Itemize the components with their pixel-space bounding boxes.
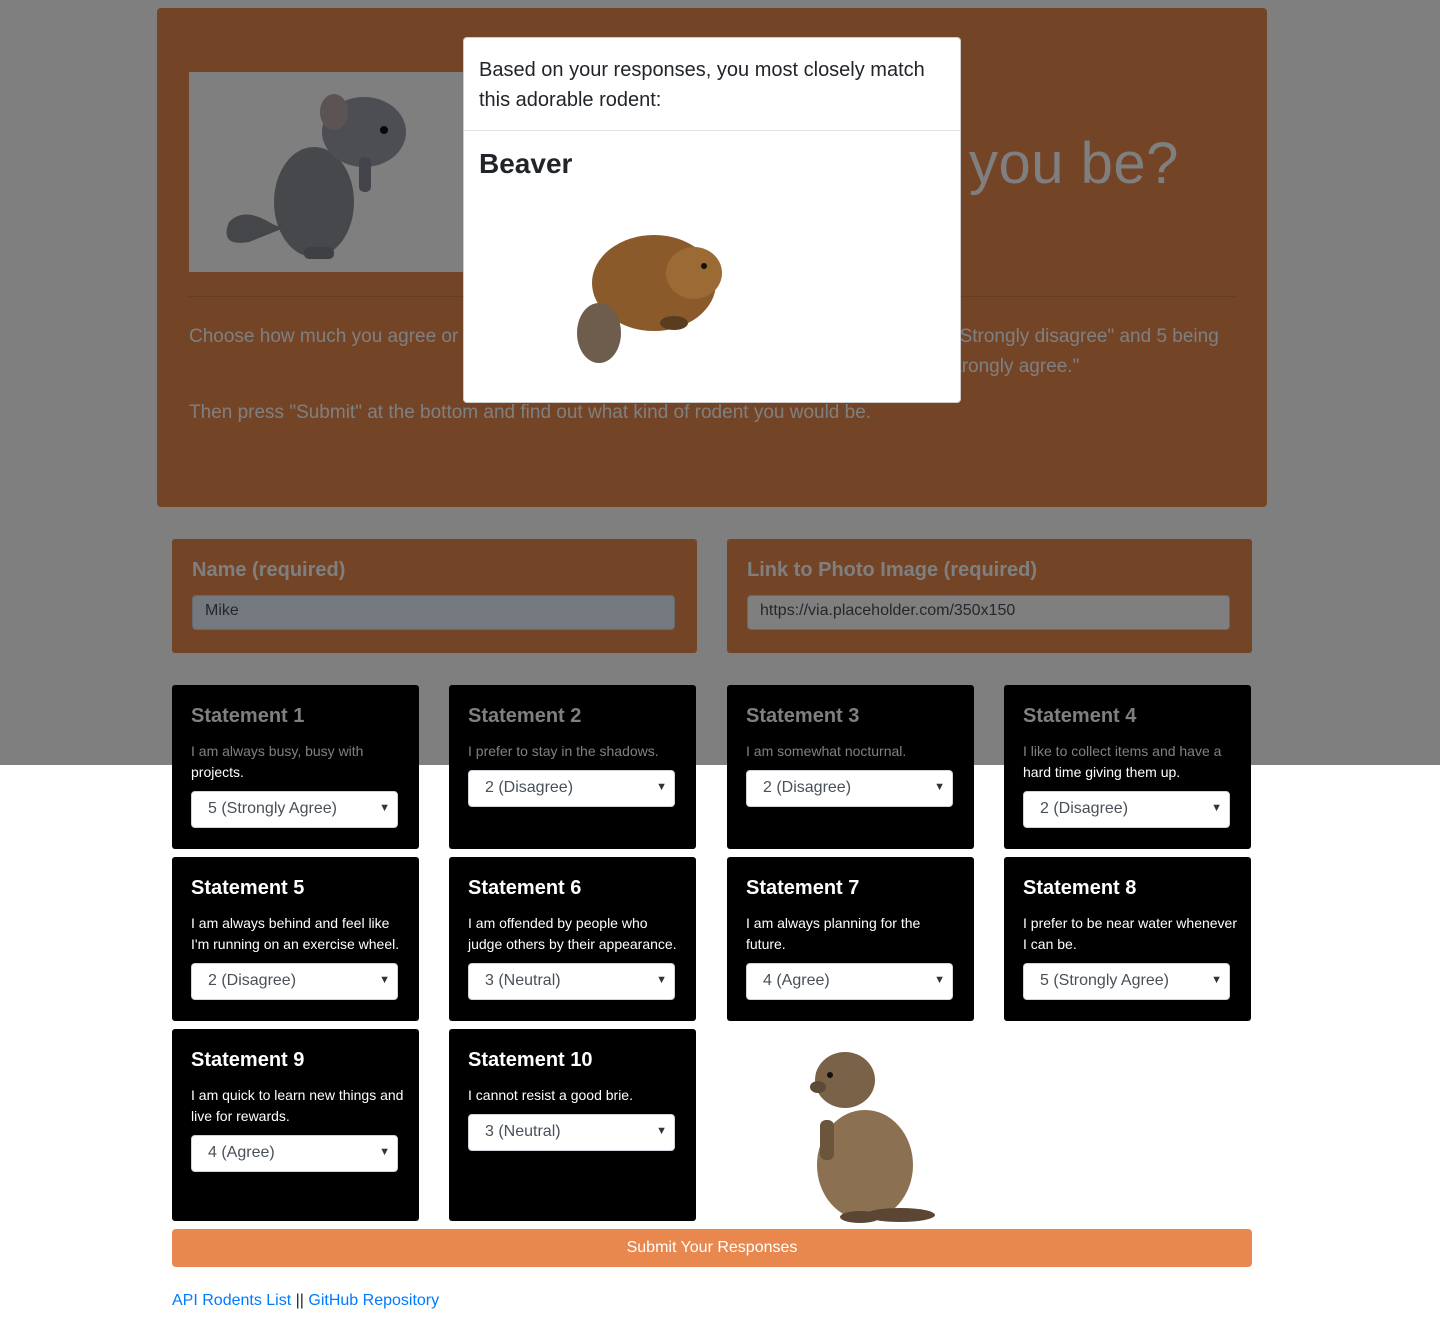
modal-header: Based on your responses, you most closel…	[464, 38, 960, 131]
statement-4-select[interactable]: 2 (Disagree) ▼	[1023, 791, 1230, 828]
chevron-down-icon: ▼	[1211, 974, 1222, 986]
statement-8-select[interactable]: 5 (Strongly Agree) ▼	[1023, 963, 1230, 1000]
statement-title: Statement 8	[1023, 877, 1137, 899]
statement-2-select[interactable]: 2 (Disagree) ▼	[468, 770, 675, 807]
statement-card-8: Statement 8 I prefer to be near water wh…	[1004, 857, 1251, 1021]
statement-title: Statement 5	[191, 877, 305, 899]
chevron-down-icon: ▼	[656, 781, 667, 793]
chevron-down-icon: ▼	[379, 974, 390, 986]
footer-separator: ||	[295, 1292, 304, 1309]
statement-card-9: Statement 9 I am quick to learn new thin…	[172, 1029, 419, 1221]
statement-1-select[interactable]: 5 (Strongly Agree) ▼	[191, 791, 398, 828]
statement-3-select[interactable]: 2 (Disagree) ▼	[746, 770, 953, 807]
statement-text: I am offended by people who judge others…	[468, 915, 677, 952]
statement-text: I prefer to be near water whenever I can…	[1023, 915, 1238, 952]
statement-6-select[interactable]: 3 (Neutral) ▼	[468, 963, 675, 1000]
statement-10-select[interactable]: 3 (Neutral) ▼	[468, 1114, 675, 1151]
statement-title: Statement 6	[468, 877, 582, 899]
result-modal: Based on your responses, you most closel…	[463, 37, 961, 403]
statement-card-6: Statement 6 I am offended by people who …	[449, 857, 696, 1021]
chevron-down-icon: ▼	[656, 974, 667, 986]
submit-button[interactable]: Submit Your Responses	[172, 1229, 1252, 1267]
statement-title: Statement 9	[191, 1049, 305, 1071]
statement-title: Statement 7	[746, 877, 860, 899]
chevron-down-icon: ▼	[656, 1125, 667, 1137]
marmot-image	[790, 1045, 950, 1225]
statement-7-select[interactable]: 4 (Agree) ▼	[746, 963, 953, 1000]
modal-header-text: Based on your responses, you most closel…	[479, 59, 925, 111]
statement-5-select[interactable]: 2 (Disagree) ▼	[191, 963, 398, 1000]
statement-card-10: Statement 10 I cannot resist a good brie…	[449, 1029, 696, 1221]
statement-card-7: Statement 7 I am always planning for the…	[727, 857, 974, 1021]
chevron-down-icon: ▼	[934, 781, 945, 793]
chevron-down-icon: ▼	[934, 974, 945, 986]
chevron-down-icon: ▼	[1211, 802, 1222, 814]
footer: API Rodents List || GitHub Repository	[172, 1292, 439, 1310]
statement-text: I am always planning for the future.	[746, 915, 921, 952]
chevron-down-icon: ▼	[379, 1146, 390, 1158]
statement-card-5: Statement 5 I am always behind and feel …	[172, 857, 419, 1021]
statement-text: I am always behind and feel like I'm run…	[191, 915, 400, 952]
result-name: Beaver	[479, 148, 573, 179]
api-rodents-link[interactable]: API Rodents List	[172, 1292, 291, 1309]
chevron-down-icon: ▼	[379, 802, 390, 814]
statement-title: Statement 10	[468, 1049, 593, 1071]
beaver-image	[564, 208, 739, 368]
statement-text: I am quick to learn new things and live …	[191, 1087, 404, 1124]
github-link[interactable]: GitHub Repository	[308, 1292, 439, 1309]
statement-9-select[interactable]: 4 (Agree) ▼	[191, 1135, 398, 1172]
statement-text: I cannot resist a good brie.	[468, 1087, 633, 1103]
